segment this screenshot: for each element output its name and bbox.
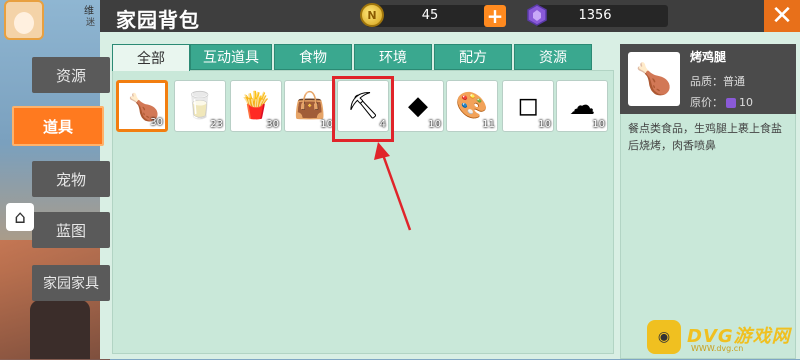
- item-slot-palette[interactable]: 🎨 11: [446, 80, 498, 132]
- tab-environment[interactable]: 环境: [354, 44, 432, 70]
- tab-label: 食物: [299, 50, 327, 66]
- pointer-arrow-icon: [374, 142, 412, 231]
- avatar-face: [14, 12, 34, 34]
- item-slot-drumstick[interactable]: 🍗 30: [116, 80, 168, 132]
- side-tab-label: 家园家具: [43, 276, 99, 292]
- background-character: [30, 300, 90, 359]
- close-button[interactable]: ✕: [764, 0, 800, 32]
- item-count: 11: [482, 119, 495, 130]
- side-tab-label: 宠物: [55, 170, 86, 189]
- item-slot-flour[interactable]: ☁ 10: [556, 80, 608, 132]
- gem-icon: [726, 98, 736, 108]
- gem-icon: [527, 4, 547, 26]
- coin-value: 45: [421, 8, 439, 23]
- item-price: 原价： 10: [690, 94, 753, 110]
- item-slot-milk[interactable]: 🥛 23: [174, 80, 226, 132]
- quality-value: 普通: [723, 75, 745, 88]
- window-title: 家园背包: [116, 8, 200, 32]
- tab-label: 环境: [379, 50, 407, 66]
- tab-recipes[interactable]: 配方: [434, 44, 512, 70]
- tab-label: 配方: [459, 50, 487, 66]
- item-count: 30: [266, 119, 279, 130]
- tab-label: 全部: [137, 51, 165, 67]
- tab-label: 资源: [539, 50, 567, 66]
- side-tab-props[interactable]: 道具: [12, 106, 104, 146]
- coin-icon: N: [360, 3, 384, 27]
- tab-interactive-props[interactable]: 互动道具: [190, 44, 272, 70]
- tab-all[interactable]: 全部: [112, 44, 190, 71]
- side-tab-resources[interactable]: 资源: [32, 57, 110, 93]
- price-value: 10: [739, 96, 753, 109]
- item-count: 10: [428, 119, 441, 130]
- item-count: 23: [210, 119, 223, 130]
- item-slot-sugar[interactable]: ◻ 10: [502, 80, 554, 132]
- item-description: 餐点类食品，生鸡腿上裹上食盐后烧烤，肉香喷鼻: [628, 122, 782, 152]
- profile-label-2: 迷: [86, 18, 96, 28]
- side-tab-label: 资源: [55, 66, 86, 85]
- gem-value: 1356: [578, 8, 612, 23]
- price-label: 原价：: [690, 96, 723, 109]
- tab-food[interactable]: 食物: [274, 44, 352, 70]
- watermark-logo-icon: ◉: [647, 320, 681, 354]
- side-tab-pets[interactable]: 宠物: [32, 161, 110, 197]
- side-tab-furniture[interactable]: 家园家具: [32, 265, 110, 301]
- watermark-subtext: WWW.dvg.cn: [691, 344, 744, 353]
- item-quality: 品质：普通: [690, 73, 745, 89]
- roast-drumstick-icon: 🍗: [628, 52, 680, 106]
- item-count: 10: [592, 119, 605, 130]
- quality-label: 品质：: [690, 75, 723, 88]
- item-slot-fries[interactable]: 🍟 30: [230, 80, 282, 132]
- item-slot-sack[interactable]: 👜 10: [284, 80, 336, 132]
- side-tab-label: 道具: [42, 117, 73, 136]
- item-name: 烤鸡腿: [690, 50, 727, 64]
- add-coins-button[interactable]: +: [484, 5, 506, 27]
- side-tab-blueprints[interactable]: 蓝图: [32, 212, 110, 248]
- item-slot-coal[interactable]: ◆ 10: [392, 80, 444, 132]
- item-count: 10: [538, 119, 551, 130]
- highlight-box: [332, 76, 394, 142]
- side-tab-label: 蓝图: [55, 221, 86, 240]
- item-count: 30: [150, 117, 163, 128]
- watermark: ◉ DVG游戏网 WWW.dvg.cn: [647, 320, 797, 356]
- tab-resources[interactable]: 资源: [514, 44, 592, 70]
- player-avatar[interactable]: [4, 0, 44, 40]
- home-icon[interactable]: ⌂: [6, 203, 34, 231]
- tab-label: 互动道具: [203, 50, 259, 66]
